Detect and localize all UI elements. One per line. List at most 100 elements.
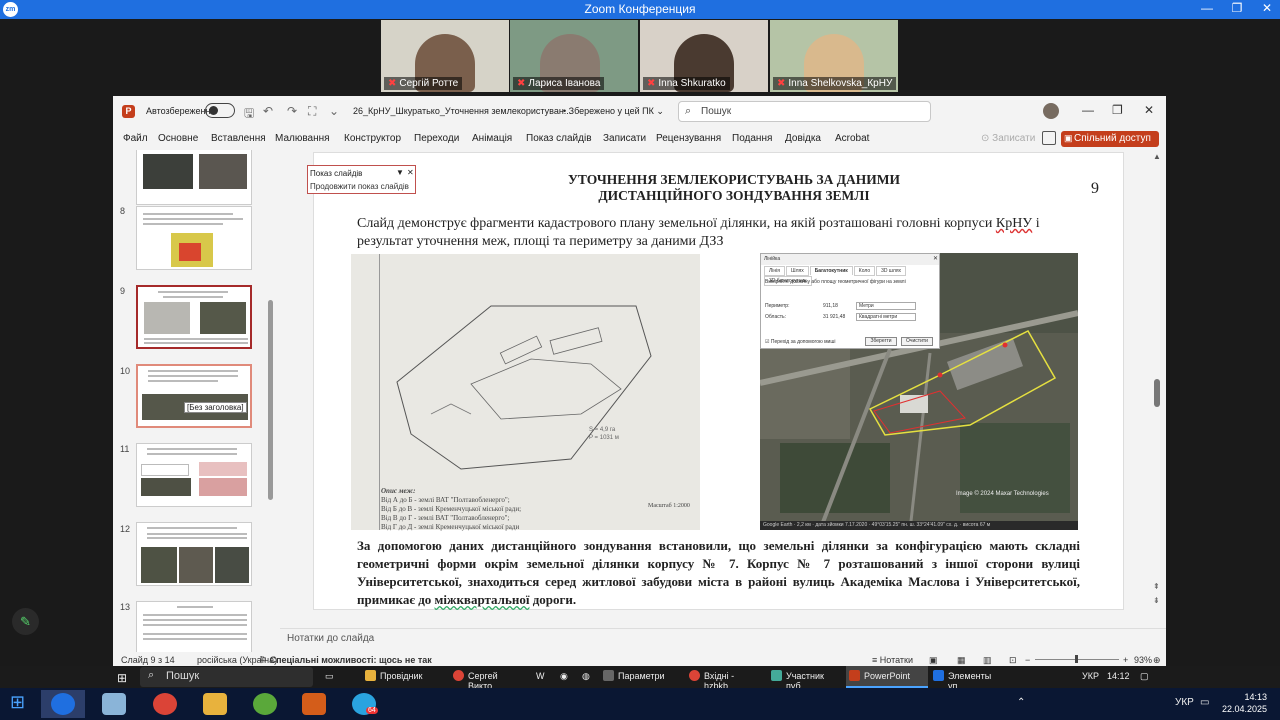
tab-animations[interactable]: Анімація [472,133,512,144]
close-icon[interactable]: ✕ [407,168,414,177]
ruler-tab-circle[interactable]: Коло [853,266,876,276]
taskbar-chrome[interactable] [143,690,187,718]
word-icon[interactable]: W [536,671,545,681]
tab-transitions[interactable]: Переходи [414,133,459,144]
restore-icon[interactable]: ❐ [1112,103,1123,117]
previous-slide-icon[interactable]: ⇞ [1153,582,1160,591]
ruler-tab-path[interactable]: Шлях [785,266,809,276]
save-button[interactable]: Зберегти [865,337,897,346]
ruler-tab-polygon[interactable]: Багатокутник [809,266,853,275]
slide-thumbnail[interactable] [136,443,252,507]
remote-clock[interactable]: 14:12 [1107,671,1130,681]
zoom-slider-thumb[interactable] [1075,655,1078,663]
slide-scrollbar[interactable]: ▲ ⇞ ⇟ [1152,150,1166,610]
minimize-icon[interactable]: — [1082,103,1094,117]
continue-slideshow-link[interactable]: Продовжити показ слайдів [310,182,409,191]
slideshow-view-icon[interactable]: ⊡ [1009,655,1017,666]
slide-thumbnail[interactable] [136,150,252,205]
comments-icon[interactable] [1042,131,1056,145]
accessibility-status[interactable]: ⚐ Спеціальні можливості: щось не так [259,655,432,666]
tab-slideshow[interactable]: Показ слайдів [526,133,592,144]
avatar[interactable] [1043,103,1059,119]
taskbar-paint[interactable] [92,690,136,718]
taskbar-utorrent[interactable] [243,690,287,718]
windows-start-icon[interactable]: ⊞ [117,671,127,685]
customize-qa-icon[interactable]: ⌄ [329,104,339,118]
close-icon[interactable]: ✕ [1254,1,1280,15]
normal-view-icon[interactable]: ▣ [929,655,938,666]
taskbar-telegram[interactable]: 64 [342,690,386,718]
show-hidden-icons[interactable]: ⌃ [1017,697,1025,708]
notification-icon[interactable]: ▭ [1200,697,1209,708]
perimeter-unit-select[interactable]: Метри [856,302,916,310]
tab-view[interactable]: Подання [732,133,772,144]
taskbar-chrome[interactable]: Сергей Викто... [450,666,530,691]
autosave-toggle[interactable] [205,103,235,118]
slide-thumbnail[interactable]: [Без заголовка] [136,364,252,428]
viber-icon[interactable]: ◉ [560,671,568,682]
maximize-icon[interactable]: ❐ [1224,1,1250,15]
save-icon[interactable]: 🖫 [244,104,254,125]
input-language[interactable]: УКР [1082,671,1099,681]
file-name[interactable]: 26_КрНУ_Шкуратько_Уточнення землекористу… [353,106,571,116]
taskbar-explorer[interactable]: Провідник [362,666,446,688]
video-tile[interactable]: ✖ Лариса Іванова [510,20,638,92]
close-icon[interactable]: ✕ [1144,103,1154,117]
tab-insert[interactable]: Вставлення [211,133,266,144]
record-button[interactable]: ⊙ Записати [981,133,1035,144]
share-button[interactable]: Спільний доступ ⌄ [1061,131,1159,155]
minimize-icon[interactable]: — [1194,1,1220,15]
taskbar-powerpoint[interactable]: PowerPoint [846,666,928,688]
sorter-view-icon[interactable]: ▦ [957,655,966,666]
tab-file[interactable]: Файл [123,133,148,144]
slide-thumbnail[interactable] [136,522,252,586]
taskbar-settings[interactable]: Параметри [600,666,684,688]
next-slide-icon[interactable]: ⇟ [1153,596,1160,605]
close-icon[interactable]: ✕ [933,255,938,262]
ruler-tab-line[interactable]: Лінія [764,266,785,276]
clear-button[interactable]: Очистити [901,337,933,346]
windows-start-icon[interactable]: ⊞ [10,692,25,713]
search-input[interactable]: ⌕ Пошук [678,101,931,122]
taskbar-media[interactable] [292,690,336,718]
undo-icon[interactable]: ↶ [263,104,273,118]
system-clock[interactable]: 14:13 22.04.2025 [1222,691,1267,715]
slide-thumbnail[interactable] [136,206,252,270]
pen-icon[interactable]: ✎ [12,608,39,635]
scroll-up-icon[interactable]: ▲ [1153,152,1161,161]
tab-design[interactable]: Конструктор [344,133,401,144]
mouse-navigation-checkbox[interactable]: ☑ Перехід за допомогою миші [765,339,835,345]
reading-view-icon[interactable]: ▥ [983,655,992,666]
save-status[interactable]: • Збережено у цей ПК ⌄ [563,106,664,117]
zoom-in-icon[interactable]: + [1123,655,1128,665]
task-view-icon[interactable]: ▭ [325,671,334,682]
taskbar-explorer[interactable] [193,690,237,718]
tab-acrobat[interactable]: Acrobat [835,133,869,144]
zoom-level[interactable]: 93% [1134,655,1152,665]
slide-thumbnail[interactable] [136,601,252,652]
taskbar-mail[interactable]: Вхідні - hzbkb... [686,666,766,691]
taskbar-elements[interactable]: Элементы уп... [930,666,1010,691]
video-tile[interactable]: ✖ Inna Shelkovska_КрНУ [770,20,898,92]
taskbar-participant[interactable]: Участник пуб... [768,666,844,691]
chevron-down-icon[interactable]: ▼ [396,168,404,177]
ruler-tab-3d-path[interactable]: 3D шлях [876,266,907,276]
notes-button[interactable]: ≡ Нотатки [872,655,913,665]
zoom-out-icon[interactable]: − [1025,655,1030,665]
tab-review[interactable]: Рецензування [656,133,721,144]
tab-help[interactable]: Довідка [785,133,821,144]
remote-search-input[interactable]: ⌕ Пошук [140,667,313,687]
chrome-icon[interactable]: ◍ [582,671,590,682]
present-icon[interactable]: ⛶ [308,104,316,119]
tab-record[interactable]: Записати [603,133,646,144]
slide-thumbnail-active[interactable] [136,285,252,349]
redo-icon[interactable]: ↷ [287,104,297,118]
thumbnails-scrollbar[interactable] [266,150,274,652]
fit-slide-icon[interactable]: ⊕ [1153,655,1161,666]
area-unit-select[interactable]: Квадратні метри [856,313,916,321]
notification-icon[interactable]: ▢ [1140,671,1149,682]
tab-draw[interactable]: Малювання [275,133,330,144]
video-tile[interactable]: ✖ Сергій Ротте [381,20,509,92]
slide-canvas[interactable]: Показ слайдів ▼ ✕ Продовжити показ слайд… [307,152,1124,610]
notes-pane[interactable]: Нотатки до слайда [280,628,1166,654]
